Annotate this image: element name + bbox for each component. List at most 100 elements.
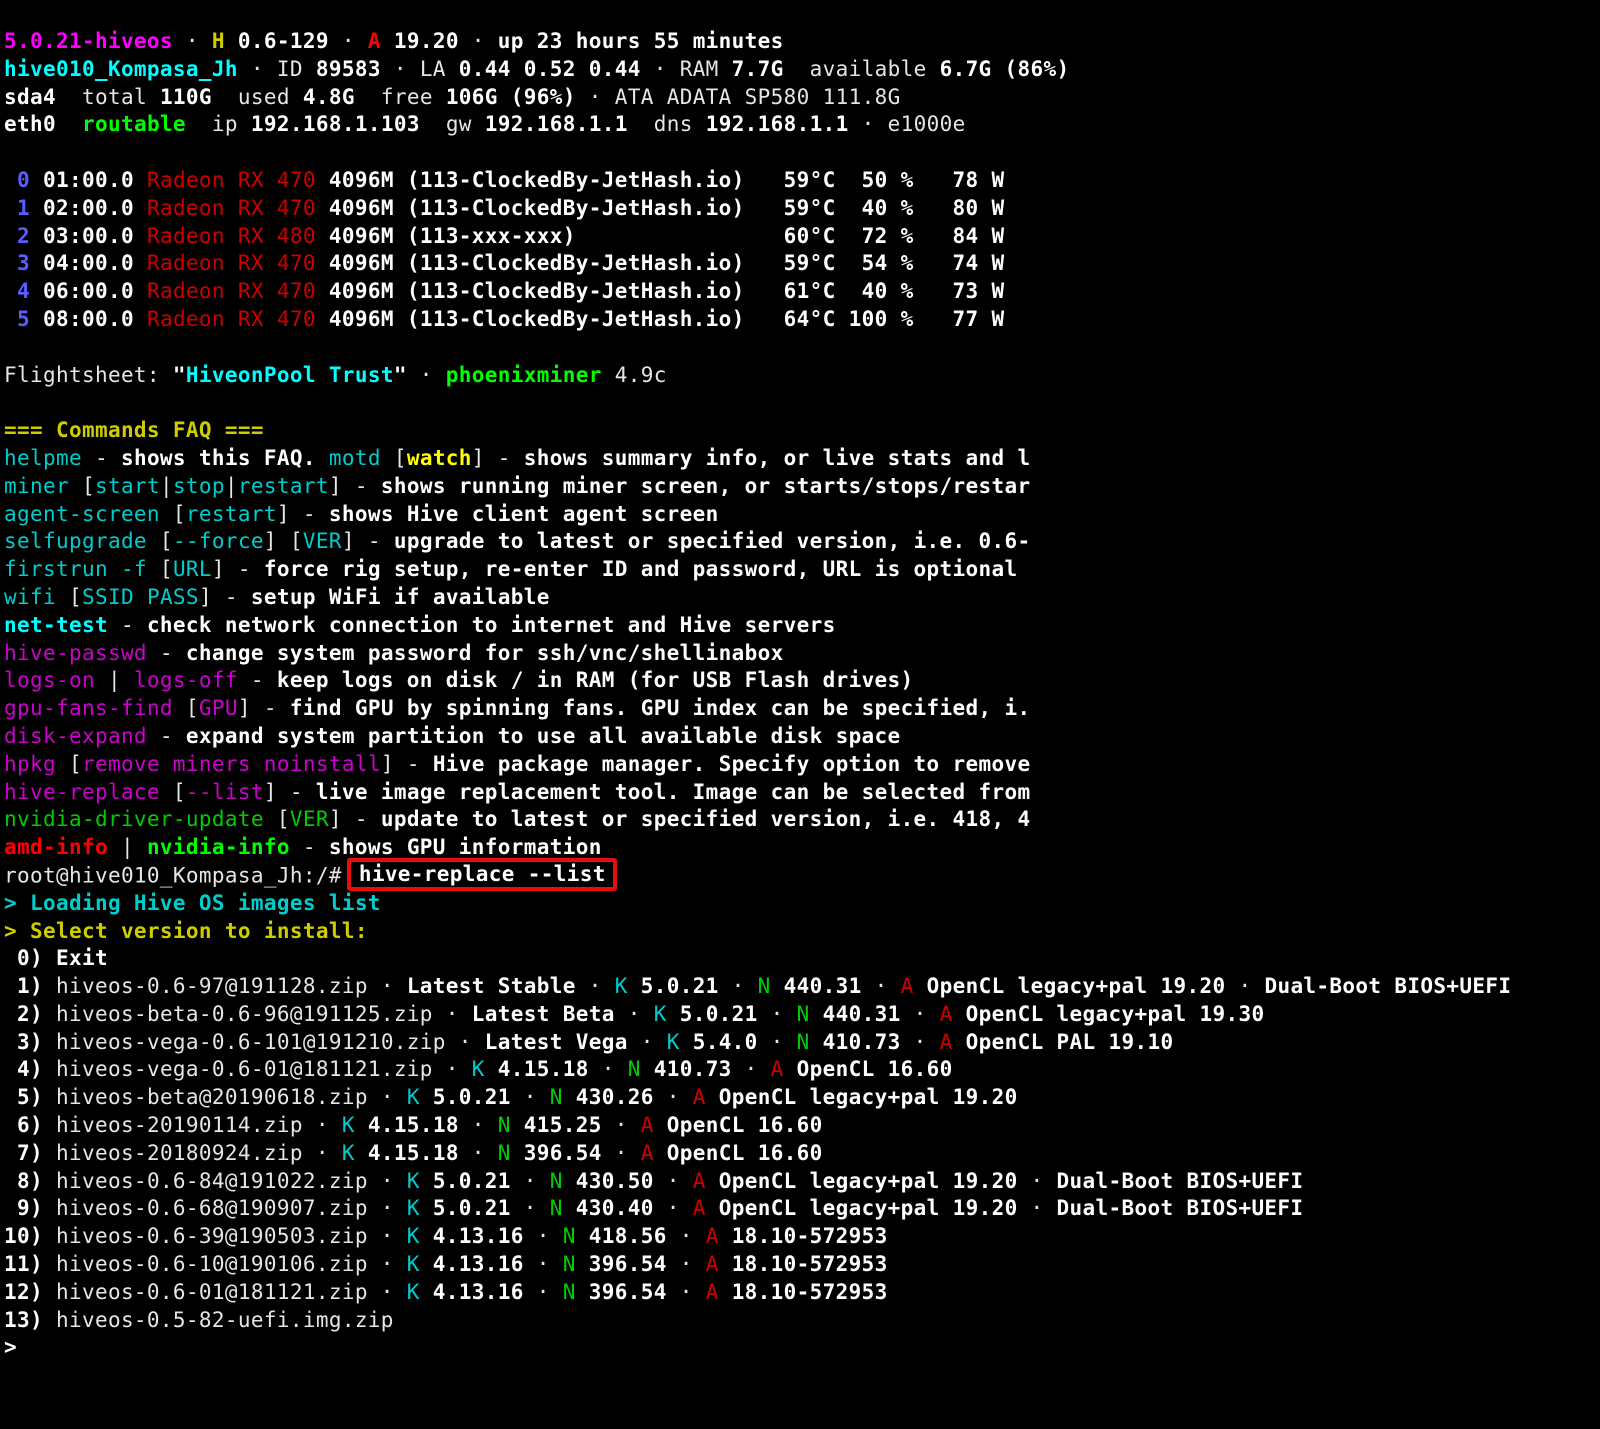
- terminal-text-segment: [316, 196, 329, 220]
- terminal-text-segment: 2): [17, 1002, 43, 1026]
- terminal-text-segment: ·: [1018, 1196, 1057, 1220]
- terminal-text-segment: 440.31: [784, 974, 862, 998]
- terminal-text-segment: hpkg: [4, 752, 56, 776]
- terminal-text-segment: K: [667, 1030, 693, 1054]
- terminal-text-segment: 418.56: [589, 1224, 667, 1248]
- terminal-text-segment: N: [550, 1085, 576, 1109]
- terminal-text-segment: hiveos-0.6-01@181121.zip: [43, 1280, 368, 1304]
- terminal-text-segment: ·: [589, 1057, 628, 1081]
- terminal-text-segment: A: [706, 1224, 732, 1248]
- terminal-text-segment: hiveos-20190114.zip: [43, 1113, 303, 1137]
- terminal-text-segment: ·: [654, 1085, 693, 1109]
- terminal-text-segment: [: [56, 585, 82, 609]
- terminal-text-segment: phoenixminer: [446, 363, 602, 387]
- terminal-text-segment: 8): [17, 1169, 43, 1193]
- terminal-text-segment: [: [160, 502, 186, 526]
- terminal-text-segment: shows running miner screen, or starts/st…: [381, 474, 1031, 498]
- terminal-text-segment: [4, 1196, 17, 1220]
- terminal-text-segment: ·: [303, 1113, 342, 1137]
- annotation-box-highlighted-command[interactable]: hive-replace --list: [347, 858, 617, 891]
- terminal-text-segment: available: [784, 57, 940, 81]
- terminal[interactable]: 5.0.21-hiveos · H 0.6-129 · A 19.20 · up…: [0, 0, 1600, 1362]
- terminal-text-segment: ip: [186, 112, 251, 136]
- terminal-text-segment: ·: [459, 1141, 498, 1165]
- terminal-text-segment: ·: [524, 1280, 563, 1304]
- terminal-text-segment: K: [407, 1196, 433, 1220]
- terminal-text-segment: OpenCL PAL 19.10: [966, 1030, 1174, 1054]
- terminal-text-segment: 5.0.21-hiveos: [4, 29, 173, 53]
- terminal-text-segment: 396.54: [589, 1280, 667, 1304]
- terminal-text-segment: ·: [667, 1252, 706, 1276]
- terminal-text-segment: 3: [17, 251, 30, 275]
- terminal-text-segment: OpenCL legacy+pal 19.20: [719, 1196, 1018, 1220]
- terminal-text-segment: total: [56, 85, 160, 109]
- terminal-text-segment: 4096M (113-ClockedBy-JetHash.io): [329, 307, 745, 331]
- faq-agent-screen: agent-screen [restart] - shows Hive clie…: [4, 501, 1600, 529]
- terminal-text-segment: ·: [758, 1002, 797, 1026]
- terminal-text-segment: ·: [667, 1224, 706, 1248]
- terminal-text-segment: ·: [628, 1030, 667, 1054]
- terminal-text-segment: 64°C 100 % 77 W: [745, 307, 1005, 331]
- terminal-text-segment: 4.15.18: [368, 1141, 459, 1165]
- terminal-text-segment: N: [758, 974, 784, 998]
- terminal-text-segment: A: [771, 1057, 797, 1081]
- terminal-text-segment: K: [407, 1280, 433, 1304]
- gpu-row-3: 3 04:00.0 Radeon RX 470 4096M (113-Clock…: [4, 250, 1600, 278]
- terminal-text-segment: nvidia-info: [147, 835, 290, 859]
- terminal-text-segment: disk-expand: [4, 724, 147, 748]
- terminal-text-segment: 03:00.0: [43, 224, 134, 248]
- terminal-text-segment: K: [342, 1141, 368, 1165]
- terminal-text-segment: ·: [368, 1196, 407, 1220]
- terminal-text-segment: 18.10-572953: [732, 1280, 888, 1304]
- terminal-text-segment: [: [264, 807, 290, 831]
- terminal-text-segment: 5.0.21: [433, 1196, 511, 1220]
- terminal-text-segment: hive010_Kompasa_Jh: [4, 57, 238, 81]
- terminal-text-segment: ·: [368, 1085, 407, 1109]
- terminal-text-segment: 4): [17, 1057, 43, 1081]
- terminal-text-segment: 4096M (113-ClockedBy-JetHash.io): [329, 168, 745, 192]
- terminal-text-segment: shows this FAQ.: [121, 446, 329, 470]
- option-12: 12) hiveos-0.6-01@181121.zip · K 4.13.16…: [4, 1279, 1600, 1307]
- terminal-text-segment: A: [693, 1169, 719, 1193]
- terminal-text-segment: 18.10-572953: [732, 1252, 888, 1276]
- terminal-text-segment: A: [901, 974, 927, 998]
- terminal-text-segment: ·: [329, 29, 368, 53]
- terminal-text-segment: 6.7G (86%): [940, 57, 1070, 81]
- terminal-text-segment: [4, 1085, 17, 1109]
- terminal-text-segment: OpenCL legacy+pal 19.20: [719, 1085, 1018, 1109]
- terminal-text-segment: |: [225, 474, 238, 498]
- terminal-text-segment: hiveos-vega-0.6-101@191210.zip: [43, 1030, 446, 1054]
- terminal-text-segment: motd: [329, 446, 381, 470]
- terminal-text-segment: ·: [862, 974, 901, 998]
- terminal-text-segment: ·: [381, 57, 420, 81]
- terminal-text-segment: --force: [173, 529, 264, 553]
- terminal-text-segment: [4, 1057, 17, 1081]
- prompt-line: root@hive010_Kompasa_Jh:/#hive-replace -…: [4, 862, 1600, 890]
- option-0-exit: 0) Exit: [4, 945, 1600, 973]
- faq-wifi: wifi [SSID PASS] - setup WiFi if availab…: [4, 584, 1600, 612]
- terminal-text-segment: N: [797, 1002, 823, 1026]
- terminal-text-segment: K: [407, 1224, 433, 1248]
- terminal-text-segment: [4, 196, 17, 220]
- terminal-text-segment: K: [407, 1252, 433, 1276]
- terminal-text-segment: ·: [446, 1030, 485, 1054]
- terminal-text-segment: [4, 1030, 17, 1054]
- terminal-text-segment: 396.54: [589, 1252, 667, 1276]
- faq-selfupgrade: selfupgrade [--force] [VER] - upgrade to…: [4, 528, 1600, 556]
- terminal-text-segment: upgrade to latest or specified version, …: [394, 529, 1031, 553]
- terminal-text-segment: 4.13.16: [433, 1280, 524, 1304]
- terminal-text-segment: Flightsheet:: [4, 363, 173, 387]
- terminal-text-segment: [: [69, 474, 95, 498]
- terminal-text-segment: ·: [511, 1196, 550, 1220]
- terminal-text-segment: Dual-Boot BIOS+UEFI: [1057, 1196, 1304, 1220]
- faq-gpu-info: amd-info | nvidia-info - shows GPU infor…: [4, 834, 1600, 862]
- terminal-text-segment: [316, 224, 329, 248]
- terminal-text-segment: > Loading Hive OS images list: [4, 891, 381, 915]
- terminal-text-segment: [30, 196, 43, 220]
- terminal-text-segment: gw: [420, 112, 485, 136]
- terminal-text-segment: A: [641, 1113, 667, 1137]
- terminal-text-segment: 3): [17, 1030, 43, 1054]
- faq-header: === Commands FAQ ===: [4, 417, 1600, 445]
- terminal-text-segment: N: [563, 1224, 589, 1248]
- terminal-text-segment: Radeon RX 470: [147, 168, 316, 192]
